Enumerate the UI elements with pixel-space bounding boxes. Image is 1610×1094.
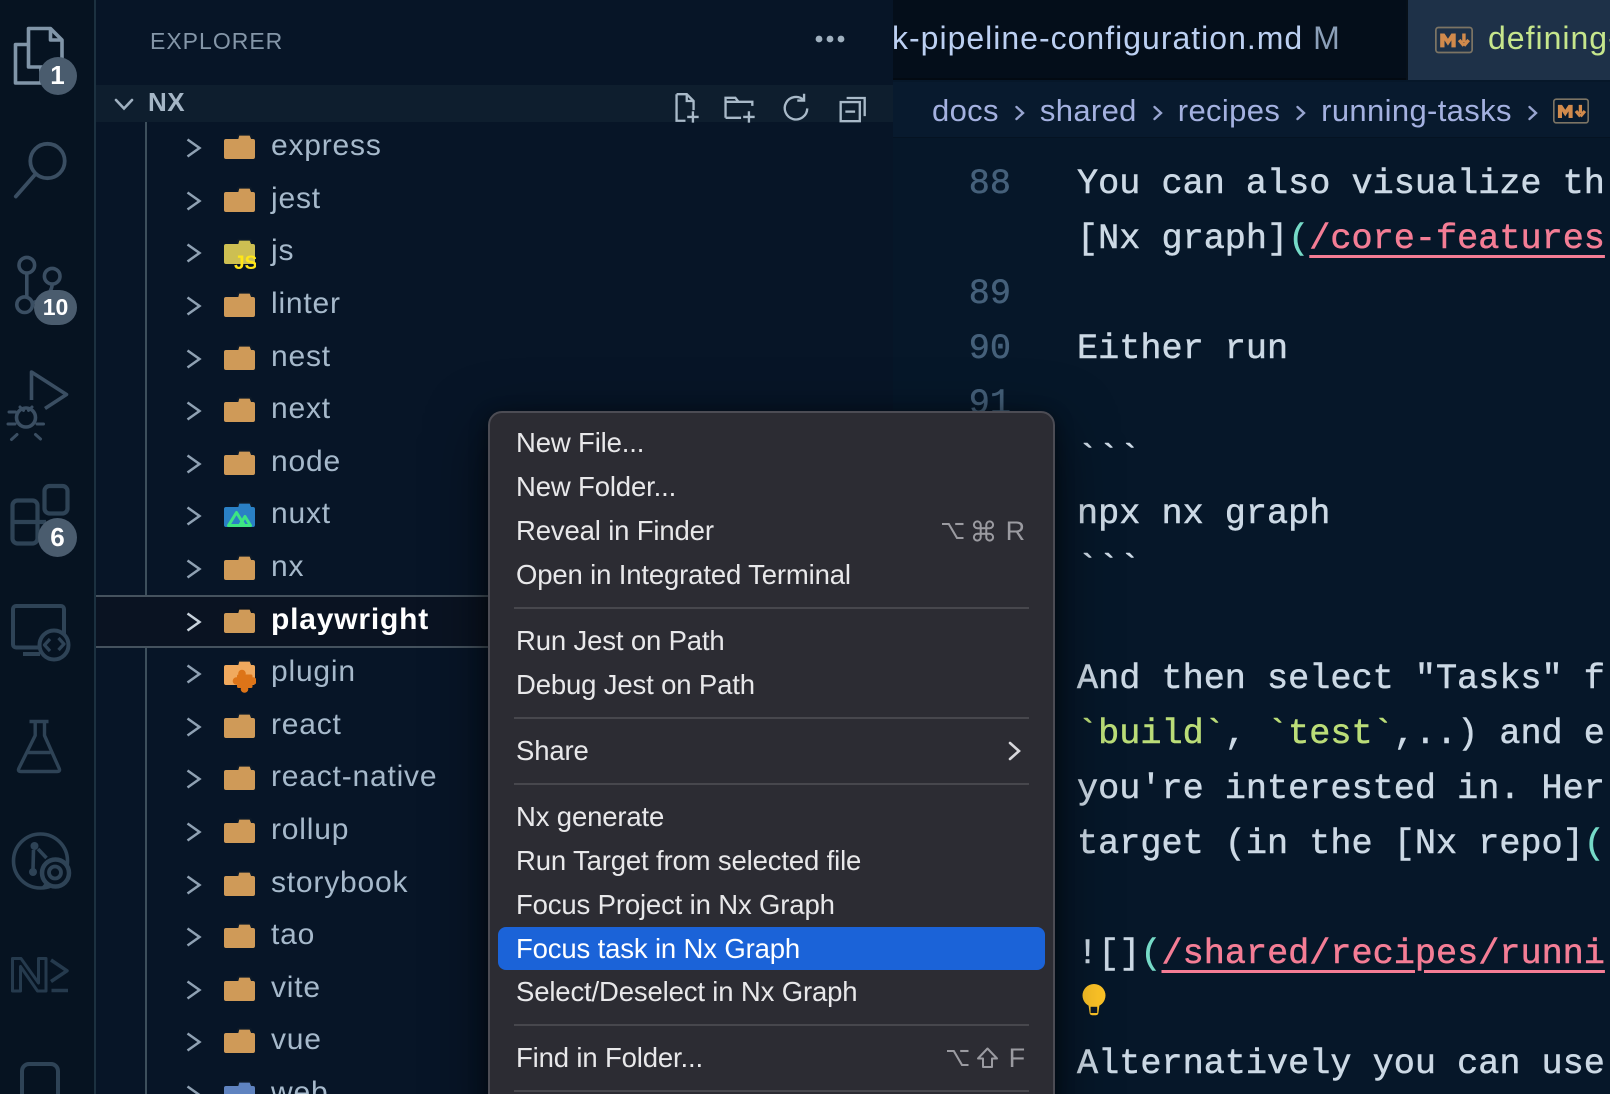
svg-text:JS: JS	[234, 253, 256, 274]
